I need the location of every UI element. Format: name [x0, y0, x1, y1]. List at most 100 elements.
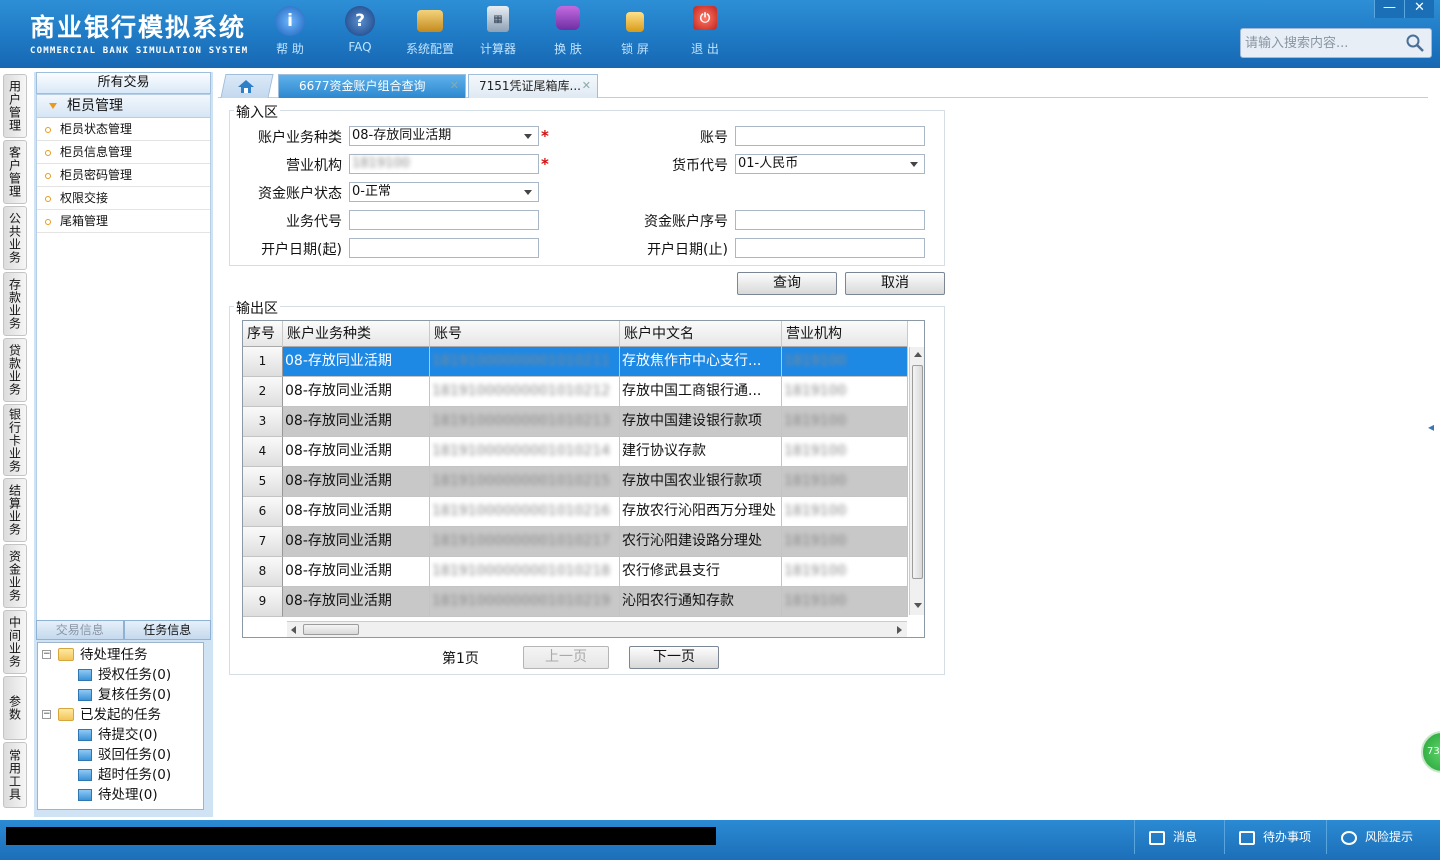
- vnav-loan-business[interactable]: 贷款业务: [3, 338, 27, 402]
- query-button[interactable]: 查询: [737, 272, 837, 295]
- expand-arrow-icon: [49, 103, 57, 109]
- messages-button[interactable]: 消息: [1134, 820, 1224, 854]
- column-header[interactable]: 账户业务种类: [283, 321, 430, 347]
- list-item-label: 柜员信息管理: [60, 145, 133, 159]
- task-icon: [78, 729, 92, 741]
- list-item-teller-password[interactable]: 柜员密码管理: [37, 164, 210, 187]
- vnav-customer-management[interactable]: 客户管理: [3, 140, 27, 204]
- collapse-right-icon[interactable]: ◂: [1428, 420, 1438, 464]
- prev-page-button[interactable]: 上一页: [523, 646, 609, 669]
- open-start-label: 开户日期(起): [261, 242, 342, 258]
- horizontal-scrollbar[interactable]: [287, 621, 907, 637]
- exit-button[interactable]: ⏻ 退 出: [670, 6, 740, 57]
- scroll-down-icon[interactable]: [914, 603, 922, 608]
- bullet-icon: [45, 149, 51, 156]
- tab-transaction-info[interactable]: 交易信息: [36, 620, 124, 640]
- cell-account: 18191000000001010218: [430, 557, 620, 587]
- status-select[interactable]: 0-正常: [349, 182, 539, 202]
- lock-button[interactable]: 锁 屏: [600, 6, 670, 57]
- table-row[interactable]: 7 08-存放同业活期 18191000000001010217 农行沁阳建设路分理处…: [243, 527, 908, 557]
- tree-node-awaiting[interactable]: 待处理(0): [38, 785, 203, 805]
- close-window-button[interactable]: ✕: [1404, 0, 1434, 18]
- biz-code-input[interactable]: [349, 210, 539, 230]
- open-start-input[interactable]: [349, 238, 539, 258]
- table-row[interactable]: 6 08-存放同业活期 18191000000001010216 存放农行沁阳西万分理…: [243, 497, 908, 527]
- cell-text: 18191000000001010211: [432, 353, 611, 369]
- tab-voucher-box[interactable]: 7151凭证尾箱库... ✕: [468, 74, 598, 98]
- faq-button[interactable]: ? FAQ: [325, 6, 395, 54]
- cell-no: 4: [243, 437, 283, 467]
- horizontal-scroll-thumb[interactable]: [303, 624, 359, 635]
- tree-node-initiated[interactable]: − 已发起的任务: [38, 705, 203, 725]
- cancel-button[interactable]: 取消: [845, 272, 945, 295]
- account-type-select[interactable]: 08-存放同业活期: [349, 126, 539, 146]
- search-icon[interactable]: [1405, 33, 1425, 53]
- vnav-user-management[interactable]: 用户管理: [3, 74, 27, 138]
- tree-node-pending[interactable]: − 待处理任务: [38, 645, 203, 665]
- tree-node-rejected[interactable]: 驳回任务(0): [38, 745, 203, 765]
- search-input[interactable]: [1241, 29, 1401, 57]
- table-row[interactable]: 5 08-存放同业活期 18191000000001010215 存放中国农业银行款项…: [243, 467, 908, 497]
- column-header[interactable]: 账户中文名: [620, 321, 782, 347]
- minimize-button[interactable]: —: [1374, 0, 1404, 18]
- table-row[interactable]: 9 08-存放同业活期 18191000000001010219 沁阳农行通知存款 18…: [243, 587, 908, 617]
- section-teller-management[interactable]: 柜员管理: [36, 94, 211, 118]
- vnav-settlement-business[interactable]: 结算业务: [3, 478, 27, 542]
- vnav-intermediary-business[interactable]: 中间业务: [3, 610, 27, 674]
- help-button[interactable]: i 帮 助: [255, 6, 325, 57]
- collapse-icon[interactable]: −: [42, 650, 51, 659]
- vertical-scroll-thumb[interactable]: [912, 365, 923, 579]
- list-item-permission-handover[interactable]: 权限交接: [37, 187, 210, 210]
- cell-text: 6: [258, 504, 267, 518]
- tree-node-timeout[interactable]: 超时任务(0): [38, 765, 203, 785]
- next-page-button[interactable]: 下一页: [629, 646, 719, 669]
- app-header: 商业银行模拟系统 COMMERCIAL BANK SIMULATION SYST…: [0, 0, 1440, 68]
- cell-name: 存放中国农业银行款项: [620, 467, 782, 497]
- cell-text: 2: [258, 384, 267, 398]
- tree-label: 已发起的任务: [80, 707, 161, 723]
- column-header[interactable]: 序号: [243, 321, 283, 347]
- scroll-left-icon[interactable]: [291, 626, 296, 634]
- account-no-input[interactable]: [735, 126, 925, 146]
- vnav-fund-business[interactable]: 资金业务: [3, 544, 27, 608]
- currency-select[interactable]: 01-人民币: [735, 154, 925, 174]
- scroll-up-icon[interactable]: [914, 352, 922, 357]
- org-input[interactable]: 1819100: [349, 154, 539, 174]
- tab-fund-account-query[interactable]: 6677资金账户组合查询 ✕: [278, 74, 466, 98]
- todo-button[interactable]: 待办事项: [1224, 820, 1324, 854]
- collapse-icon[interactable]: −: [42, 710, 51, 719]
- column-header[interactable]: 营业机构: [782, 321, 908, 347]
- risk-button[interactable]: 风险提示: [1326, 820, 1436, 854]
- seq-input[interactable]: [735, 210, 925, 230]
- list-item-teller-status[interactable]: 柜员状态管理: [37, 118, 210, 141]
- column-header[interactable]: 账号: [430, 321, 620, 347]
- system-config-button[interactable]: 系统配置: [395, 6, 465, 57]
- table-row[interactable]: 2 08-存放同业活期 18191000000001010212 存放中国工商银行通.…: [243, 377, 908, 407]
- list-item-cash-box[interactable]: 尾箱管理: [37, 210, 210, 233]
- list-item-teller-info[interactable]: 柜员信息管理: [37, 141, 210, 164]
- vertical-scrollbar[interactable]: [909, 347, 924, 615]
- close-tab-icon[interactable]: ✕: [450, 75, 459, 97]
- input-area-legend: 输入区: [234, 102, 280, 122]
- table-row[interactable]: 3 08-存放同业活期 18191000000001010213 存放中国建设银行款项…: [243, 407, 908, 437]
- vnav-parameters[interactable]: 参数: [3, 676, 27, 740]
- close-tab-icon[interactable]: ✕: [582, 75, 591, 97]
- table-row[interactable]: 4 08-存放同业活期 18191000000001010214 建行协议存款 1819…: [243, 437, 908, 467]
- open-end-input[interactable]: [735, 238, 925, 258]
- tab-task-info[interactable]: 任务信息: [123, 620, 211, 640]
- skin-button[interactable]: 换 肤: [533, 6, 603, 57]
- vnav-deposit-business[interactable]: 存款业务: [3, 272, 27, 336]
- scroll-right-icon[interactable]: [897, 626, 902, 634]
- table-row[interactable]: 1 08-存放同业活期 18191000000001010211 存放焦作市中心支行.…: [243, 347, 908, 377]
- tree-node-to-submit[interactable]: 待提交(0): [38, 725, 203, 745]
- vnav-card-business[interactable]: 银行卡业务: [3, 404, 27, 476]
- calculator-button[interactable]: ▦ 计算器: [463, 6, 533, 57]
- vnav-common-tools[interactable]: 常用工具: [3, 742, 27, 808]
- cell-text: 1819100: [784, 533, 847, 549]
- table-row[interactable]: 8 08-存放同业活期 18191000000001010218 农行修武县支行 181…: [243, 557, 908, 587]
- tree-node-review[interactable]: 复核任务(0): [38, 685, 203, 705]
- tree-node-authorization[interactable]: 授权任务(0): [38, 665, 203, 685]
- home-icon[interactable]: [237, 79, 255, 94]
- vnav-public-business[interactable]: 公共业务: [3, 206, 27, 270]
- floating-badge[interactable]: 73: [1421, 731, 1440, 773]
